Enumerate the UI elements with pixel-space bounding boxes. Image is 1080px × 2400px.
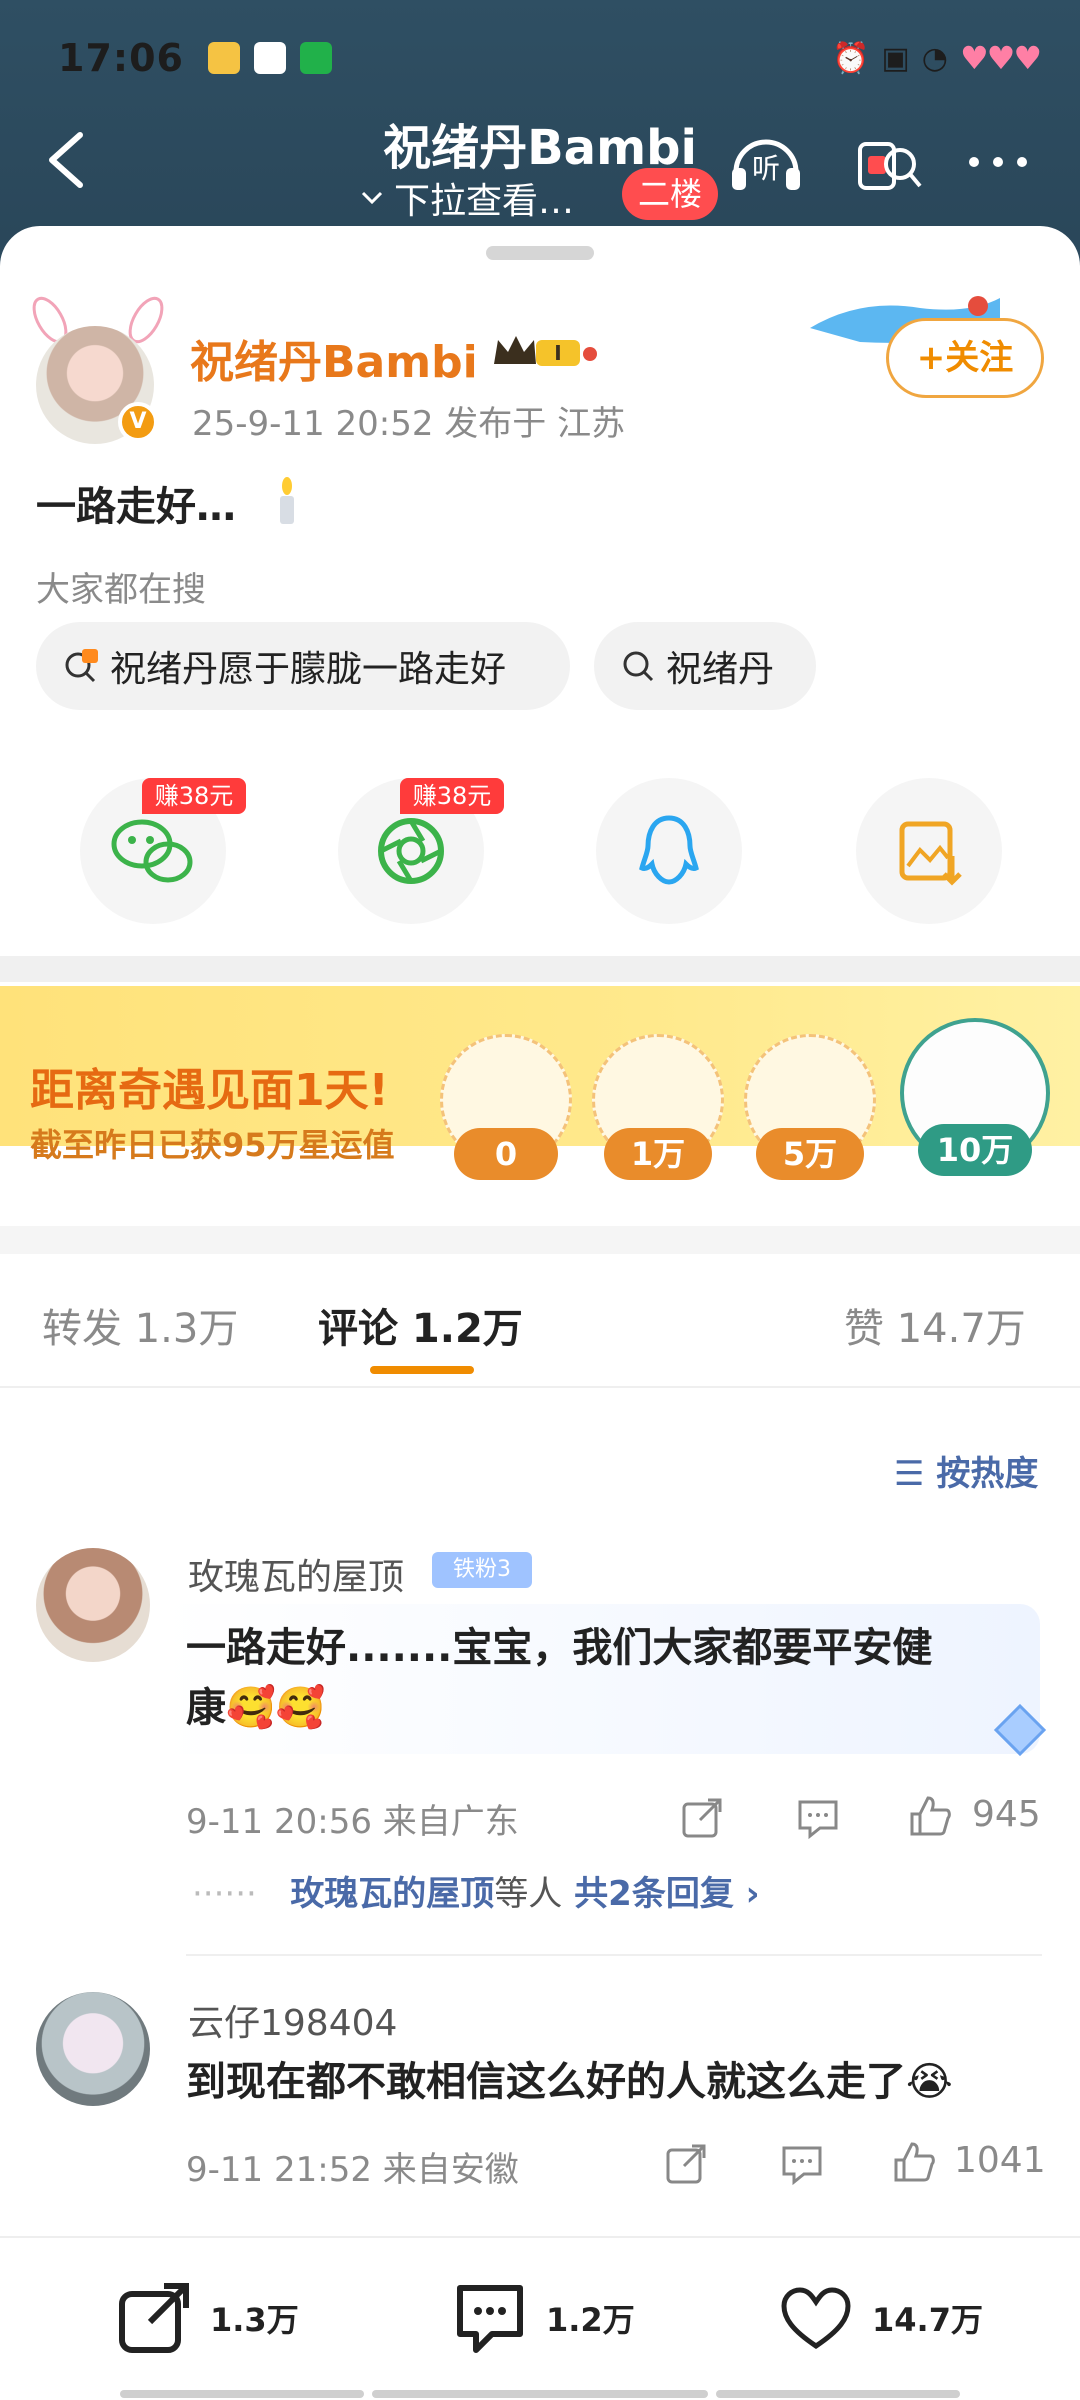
comment-icon[interactable]: [796, 1796, 840, 1840]
status-right: ⏰ ▣ ◔ ♥♥♥: [832, 39, 1042, 77]
everyone-searching-label: 大家都在搜: [36, 570, 206, 610]
reply-user: 玫瑰瓦的屋顶: [290, 1874, 495, 1914]
heart-like-icon: [781, 2287, 851, 2350]
comment-meta: 9-11 21:52 来自安徽: [186, 2150, 519, 2190]
tab-repost[interactable]: 转发 1.3万: [42, 1296, 238, 1354]
repost-count: 1.3万: [210, 2301, 299, 2339]
commenter-name[interactable]: 云仔198404: [188, 1994, 397, 2046]
milestone-label: 5万: [756, 1128, 864, 1180]
sort-by-hot-button[interactable]: ☰ 按热度: [894, 1446, 1038, 1495]
author-name[interactable]: 祝绪丹Bambi: [190, 326, 478, 390]
wifi-icon: ◔: [921, 40, 948, 76]
share-icon[interactable]: [664, 2142, 708, 2186]
search-icon: [623, 651, 654, 682]
like-count: 945: [972, 1794, 1041, 1835]
more-icon[interactable]: [958, 122, 1038, 202]
share-icon[interactable]: [680, 1796, 724, 1840]
tab-divider: [0, 1386, 1080, 1388]
like-total: 14.7万: [872, 2301, 983, 2339]
section-divider: [0, 1226, 1080, 1254]
earn-tag: 赚38元: [400, 778, 504, 814]
verified-badge-icon: V: [118, 402, 158, 442]
hot-search-icon: [65, 649, 98, 683]
repost-icon: [119, 2283, 189, 2353]
membership-crown-icon: I: [494, 336, 597, 366]
comment-text: 康🥰🥰: [186, 1685, 326, 1731]
comment-divider: [186, 1954, 1042, 1956]
alarm-icon: ⏰: [832, 40, 870, 76]
save-image-icon: [899, 821, 962, 886]
top-header: 17:06 ⏰ ▣ ◔ ♥♥♥ 祝绪丹Bambi 下拉查看… 二楼 听: [0, 0, 1080, 240]
commenter-avatar[interactable]: [36, 1548, 150, 1662]
post-meta: 25-9-11 20:52 发布于 江苏: [192, 404, 626, 444]
pull-down-label: 下拉查看…: [394, 181, 575, 222]
comment-icon[interactable]: [780, 2142, 824, 2186]
svg-text:听: 听: [752, 152, 780, 185]
weibo-icon: [207, 42, 240, 74]
follow-button[interactable]: +关注: [886, 318, 1044, 398]
comment-text: 到现在都不敢相信这么好的人就这么走了😭: [186, 2059, 953, 2105]
tab-comment[interactable]: 评论 1.2万: [318, 1296, 523, 1354]
status-app-icons: [207, 42, 332, 74]
milestone-label: 0: [454, 1128, 558, 1180]
like-count: 1041: [954, 2140, 1046, 2181]
section-divider: [0, 956, 1080, 982]
drag-handle[interactable]: [486, 246, 594, 260]
like-icon[interactable]: [908, 1794, 952, 1838]
milestone-label: 10万: [918, 1124, 1032, 1176]
post-content: 一路走好…: [36, 484, 236, 530]
search-chip-label: 祝绪丹: [666, 649, 775, 690]
earn-tag: 赚38元: [142, 778, 246, 814]
banner-title: 距离奇遇见面1天!: [30, 1065, 389, 1116]
battery-hearts-icon: ♥♥♥: [959, 39, 1042, 77]
bottom-repost-button[interactable]: 1.3万: [116, 2280, 299, 2356]
bottom-like-button[interactable]: 14.7万: [778, 2280, 983, 2356]
reply-dots: ······: [192, 1874, 279, 1914]
reply-mid: 等人: [494, 1874, 563, 1914]
sort-icon: ☰: [894, 1454, 925, 1494]
like-icon[interactable]: [892, 2140, 936, 2184]
fan-level-badge: 铁粉3: [432, 1552, 532, 1588]
commenter-avatar[interactable]: [36, 1992, 150, 2106]
tab-like[interactable]: 赞 14.7万: [844, 1296, 1026, 1354]
search-chip[interactable]: 祝绪丹: [594, 622, 816, 710]
status-time: 17:06: [58, 36, 184, 80]
comment-count: 1.2万: [546, 2301, 635, 2339]
chevron-right-icon: ›: [745, 1874, 760, 1914]
chevron-down-icon: [361, 191, 383, 205]
news-icon: [299, 42, 332, 74]
home-indicator: [120, 2390, 364, 2398]
qq-icon: [639, 815, 699, 885]
commenter-name[interactable]: 玫瑰瓦的屋顶: [188, 1548, 404, 1600]
baidu-icon: [253, 42, 286, 74]
second-floor-tag[interactable]: 二楼: [622, 168, 718, 220]
sim-icon: ▣: [881, 40, 910, 76]
bottom-comment-button[interactable]: 1.2万: [452, 2280, 635, 2356]
svg-text:I: I: [554, 341, 561, 365]
home-indicator: [716, 2390, 960, 2398]
listen-icon[interactable]: 听: [726, 122, 806, 202]
redpacket-search-icon[interactable]: [848, 122, 928, 202]
reply-count: 共2条回复: [574, 1874, 734, 1914]
banner-subtitle: 截至昨日已获95万星运值: [30, 1126, 395, 1164]
share-qq-button[interactable]: [596, 778, 742, 924]
comment-text: 一路走好.......宝宝，我们大家都要平安健: [186, 1625, 933, 1671]
comment-meta: 9-11 20:56 来自广东: [186, 1802, 519, 1842]
milestone-label: 1万: [604, 1128, 712, 1180]
save-image-button[interactable]: [856, 778, 1002, 924]
status-bar: 17:06 ⏰ ▣ ◔ ♥♥♥: [58, 28, 1042, 88]
candle-icon: [280, 477, 294, 524]
tab-active-indicator: [370, 1366, 474, 1374]
pull-down-hint[interactable]: 下拉查看…: [360, 172, 574, 224]
view-replies-link[interactable]: ······ 玫瑰瓦的屋顶等人 共2条回复 ›: [192, 1866, 760, 1915]
search-chip-label: 祝绪丹愿于朦胧一路走好: [110, 649, 507, 690]
home-indicator: [372, 2390, 708, 2398]
comment-bubble-icon: [457, 2285, 523, 2353]
search-chip-hot[interactable]: 祝绪丹愿于朦胧一路走好: [36, 622, 570, 710]
sort-label: 按热度: [936, 1454, 1039, 1494]
diamond-icon: [993, 1703, 1047, 1757]
